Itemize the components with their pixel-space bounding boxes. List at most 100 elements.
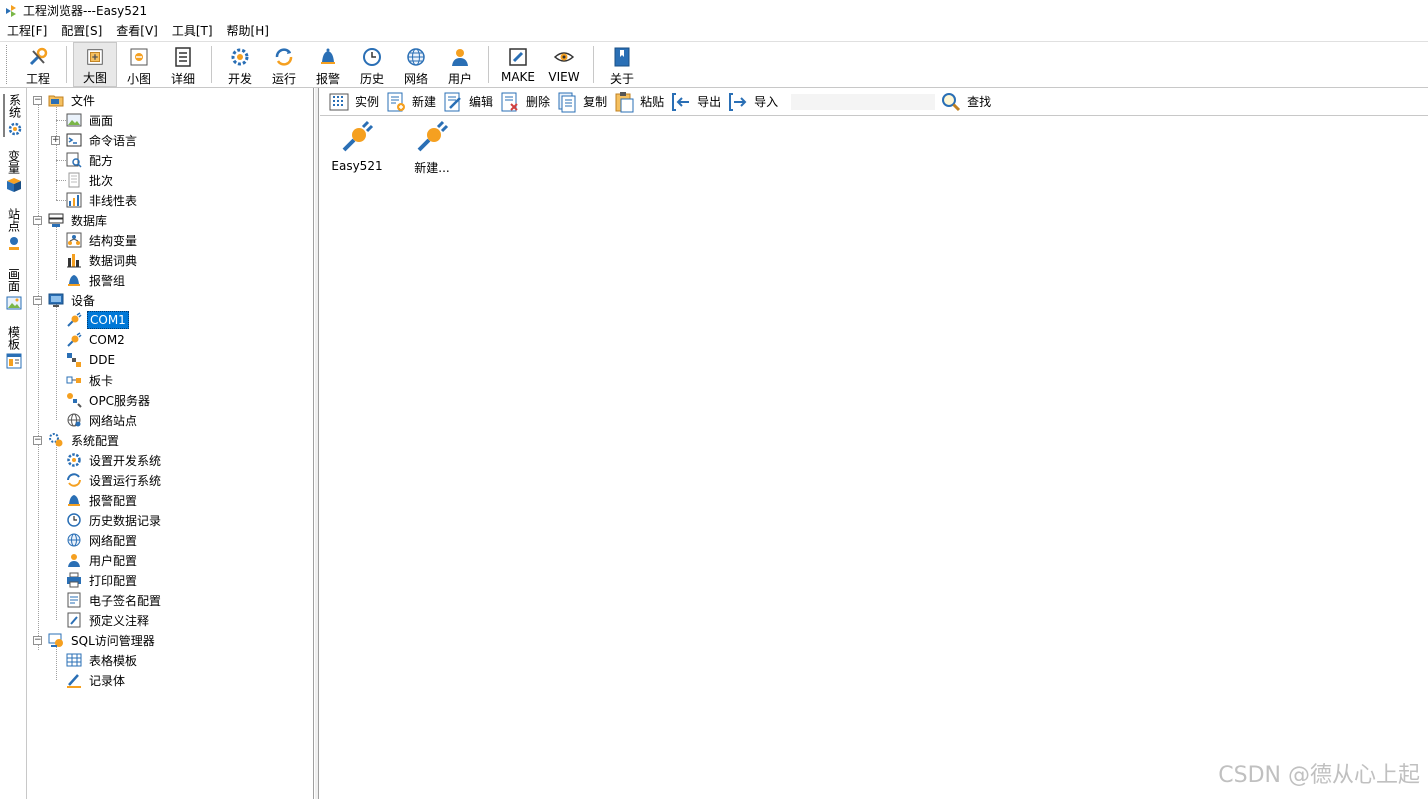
- menu-project[interactable]: 工程[F]: [0, 21, 54, 41]
- collapse-toggle[interactable]: −: [33, 435, 42, 445]
- tree-node-network-config[interactable]: 网络配置: [66, 530, 139, 550]
- tree-node-predefined-notes[interactable]: 预定义注释: [66, 610, 151, 630]
- tree-node-set-dev-sys[interactable]: 设置开发系统: [66, 450, 163, 470]
- tab-variables[interactable]: 变量: [3, 150, 24, 193]
- history-button[interactable]: 历史: [350, 42, 394, 87]
- tree-node-esign-config[interactable]: 电子签名配置: [66, 590, 163, 610]
- network-button[interactable]: 网络: [394, 42, 438, 87]
- recipe-search-icon: [66, 152, 82, 168]
- search-input[interactable]: [790, 92, 937, 111]
- monitor-icon: [48, 293, 64, 307]
- collapse-toggle[interactable]: −: [33, 215, 42, 225]
- device-item-new[interactable]: 新建...: [395, 120, 469, 176]
- toolbar-separator: [488, 46, 489, 83]
- tree-node-com2[interactable]: COM2: [66, 330, 127, 350]
- structure-icon: [66, 232, 82, 248]
- collapse-toggle[interactable]: −: [33, 295, 42, 305]
- toolbar-separator: [211, 46, 212, 83]
- menu-tools[interactable]: 工具[T]: [165, 21, 220, 41]
- content-area: Easy521 新建... CSDN @德从心上起: [320, 117, 1428, 799]
- run-button[interactable]: 运行: [262, 42, 306, 87]
- tree-node-database[interactable]: − 数据库: [33, 210, 109, 230]
- new-document-icon: [387, 92, 406, 111]
- view-button[interactable]: VIEW: [541, 42, 587, 87]
- detail-view-button[interactable]: 详细: [161, 42, 205, 87]
- config-gear-icon: [49, 433, 63, 447]
- expand-toggle[interactable]: +: [51, 135, 60, 145]
- tab-templates[interactable]: 模板: [3, 326, 24, 369]
- window-title: 工程浏览器---Easy521: [23, 4, 148, 18]
- tree-connector: [56, 444, 57, 620]
- make-button[interactable]: MAKE: [495, 42, 541, 87]
- instance-button[interactable]: 实例: [328, 91, 379, 113]
- project-button[interactable]: 工程: [16, 42, 60, 87]
- tree-node-dde[interactable]: DDE: [66, 350, 117, 370]
- collapse-toggle[interactable]: −: [33, 635, 42, 645]
- run-cycle-icon: [67, 473, 81, 487]
- tree-node-board[interactable]: 板卡: [66, 370, 115, 390]
- bell-icon: [68, 275, 80, 286]
- tree-node-screen[interactable]: 画面: [66, 110, 115, 130]
- toolbar-grip[interactable]: [6, 45, 10, 84]
- tree-node-batch[interactable]: 批次: [66, 170, 115, 190]
- tree-node-command-language[interactable]: + 命令语言: [51, 130, 139, 150]
- tree-connector: [56, 224, 57, 280]
- find-button[interactable]: 查找: [940, 91, 991, 113]
- export-button[interactable]: 导出: [670, 91, 721, 113]
- tree-node-alarm-config[interactable]: 报警配置: [66, 490, 139, 510]
- tree-node-history-record[interactable]: 历史数据记录: [66, 510, 163, 530]
- eye-icon: [553, 52, 575, 62]
- copy-button[interactable]: 复制: [556, 91, 607, 113]
- tree-node-alarm-group[interactable]: 报警组: [66, 270, 127, 290]
- tree-node-opc-server[interactable]: OPC服务器: [66, 390, 152, 410]
- tree-connector: [56, 160, 66, 161]
- title-bar: 工程浏览器---Easy521: [0, 0, 1428, 21]
- tree-node-sys-config[interactable]: − 系统配置: [33, 430, 121, 450]
- edit-button[interactable]: 编辑: [442, 91, 493, 113]
- big-icon-view-button[interactable]: 大图: [73, 42, 117, 87]
- small-icon-view-button[interactable]: 小图: [117, 42, 161, 87]
- tree-node-user-config[interactable]: 用户配置: [66, 550, 139, 570]
- import-button[interactable]: 导入: [727, 91, 778, 113]
- picture-icon: [6, 296, 21, 310]
- run-cycle-icon: [275, 48, 293, 66]
- tree-node-nonlinear-table[interactable]: 非线性表: [66, 190, 139, 210]
- tree-connector: [56, 104, 57, 200]
- new-button[interactable]: 新建: [385, 91, 436, 113]
- tree-node-file[interactable]: − 文件: [33, 90, 97, 110]
- toolbar-separator: [593, 46, 594, 83]
- user-icon: [68, 554, 80, 567]
- tree-node-net-station[interactable]: 网络站点: [66, 410, 139, 430]
- pane-splitter[interactable]: [315, 88, 319, 799]
- tree-node-set-run-sys[interactable]: 设置运行系统: [66, 470, 163, 490]
- tree-node-record-body[interactable]: 记录体: [66, 670, 127, 690]
- note-edit-icon: [67, 612, 81, 628]
- collapse-toggle[interactable]: −: [33, 95, 42, 105]
- tree-node-recipe[interactable]: 配方: [66, 150, 115, 170]
- menu-help[interactable]: 帮助[H]: [220, 21, 276, 41]
- tree-node-print-config[interactable]: 打印配置: [66, 570, 139, 590]
- tree-node-table-template[interactable]: 表格模板: [66, 650, 139, 670]
- clock-icon: [363, 48, 381, 66]
- tree-node-sql-manager[interactable]: − SQL访问管理器: [33, 630, 157, 650]
- user-button[interactable]: 用户: [438, 42, 482, 87]
- tree-node-device[interactable]: − 设备: [33, 290, 97, 310]
- serial-plug-icon: [342, 120, 374, 152]
- menu-view[interactable]: 查看[V]: [109, 21, 165, 41]
- alarm-button[interactable]: 报警: [306, 42, 350, 87]
- tree-node-com1[interactable]: COM1: [66, 310, 129, 330]
- menu-config[interactable]: 配置[S]: [54, 21, 109, 41]
- globe-icon: [407, 48, 425, 66]
- tab-system[interactable]: 系统: [3, 94, 24, 137]
- tree-node-struct-var[interactable]: 结构变量: [66, 230, 139, 250]
- paste-button[interactable]: 粘贴: [613, 91, 664, 113]
- tab-stations[interactable]: 站点: [3, 208, 24, 251]
- develop-button[interactable]: 开发: [218, 42, 262, 87]
- pen-record-icon: [67, 674, 81, 688]
- tree-node-data-dict[interactable]: 数据词典: [66, 250, 139, 270]
- delete-button[interactable]: 删除: [499, 91, 550, 113]
- about-button[interactable]: 关于: [600, 42, 644, 87]
- serial-plug-icon: [67, 332, 82, 347]
- device-item-easy521[interactable]: Easy521: [320, 120, 394, 173]
- tab-screens[interactable]: 画面: [3, 268, 24, 311]
